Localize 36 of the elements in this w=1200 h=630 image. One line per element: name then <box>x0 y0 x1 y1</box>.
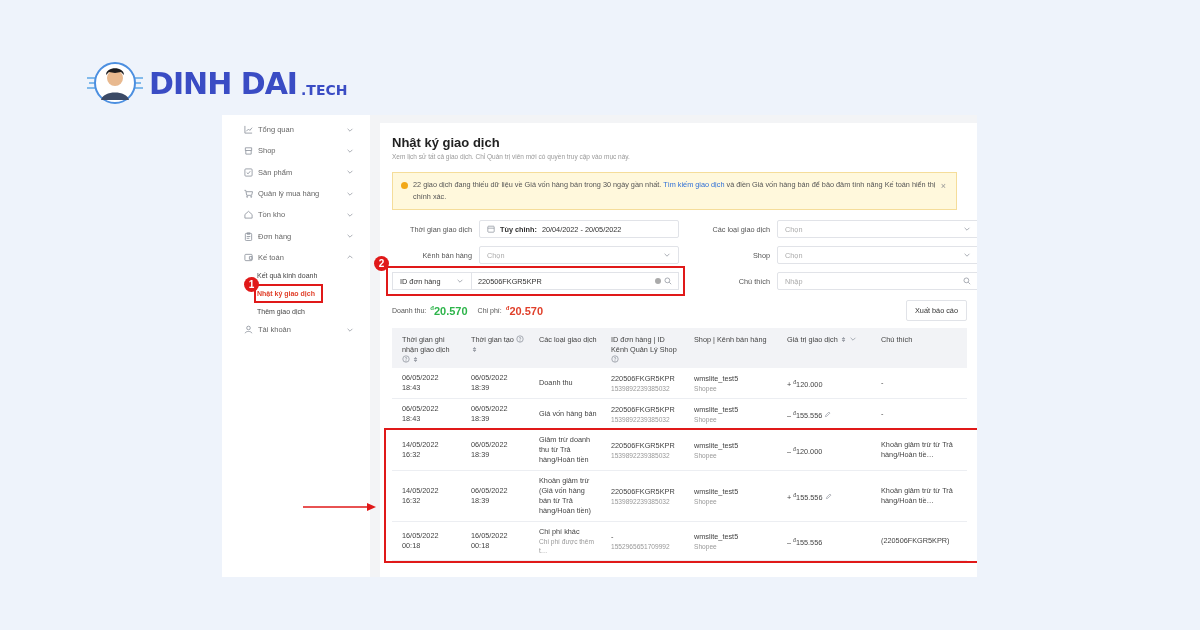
step-badge: 2 <box>374 256 389 271</box>
chevron-down-icon <box>346 232 354 241</box>
cost-value: $^{đ}$20.570 <box>505 304 544 317</box>
checkbox-icon <box>244 167 253 177</box>
revenue-value: $^{đ}$20.570 <box>430 304 468 317</box>
house-icon <box>244 210 253 220</box>
arrow-icon <box>303 502 377 512</box>
pencil-icon <box>824 410 832 418</box>
chevron-down-icon <box>663 251 671 259</box>
store-icon <box>244 146 253 156</box>
chevron-down-icon <box>963 251 971 259</box>
search-icon <box>664 277 672 285</box>
sort-icon <box>471 346 478 353</box>
help-icon <box>611 355 619 363</box>
chart-icon <box>244 125 253 135</box>
pencil-icon <box>824 492 832 500</box>
chevron-down-icon <box>848 335 857 343</box>
page-title: Nhật ký giao dịch <box>392 135 501 150</box>
search-icon <box>963 277 971 285</box>
chevron-down-icon <box>346 168 354 177</box>
help-icon <box>402 355 410 363</box>
calendar-icon <box>487 225 495 233</box>
clear-icon[interactable] <box>655 278 661 284</box>
help-icon <box>515 335 524 343</box>
sort-icon <box>412 356 420 363</box>
avatar-icon <box>85 60 145 106</box>
clipboard-icon <box>244 231 253 241</box>
logo-text: DINH DAI <box>149 65 297 101</box>
chevron-down-icon <box>456 277 464 285</box>
person-icon <box>244 325 253 335</box>
warning-icon <box>401 182 408 189</box>
cart-icon <box>244 189 253 199</box>
ledger-icon <box>244 252 253 262</box>
sort-icon <box>839 336 847 343</box>
chevron-down-icon <box>963 225 971 233</box>
logo-text: .TECH <box>301 82 348 98</box>
